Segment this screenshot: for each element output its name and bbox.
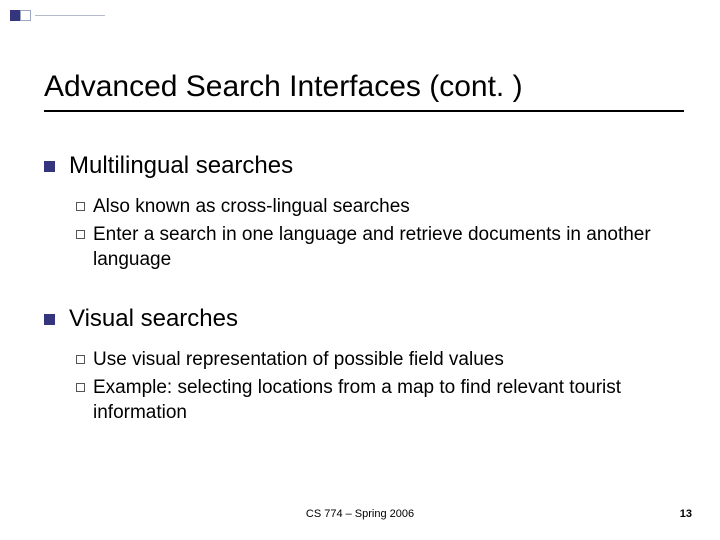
section-heading: Visual searches: [69, 305, 238, 333]
bullet-square-icon: [44, 161, 55, 172]
section-heading: Multilingual searches: [69, 152, 293, 180]
bullet-outline-icon: [76, 383, 85, 392]
subitem-list: Also known as cross-lingual searches Ent…: [76, 194, 684, 273]
slide-body: Advanced Search Interfaces (cont. ) Mult…: [44, 70, 684, 458]
subitem-text: Enter a search in one language and retri…: [93, 222, 684, 273]
section-header: Visual searches: [44, 305, 684, 333]
section-visual: Visual searches Use visual representatio…: [44, 305, 684, 426]
bullet-outline-icon: [76, 202, 85, 211]
subitem-list: Use visual representation of possible fi…: [76, 347, 684, 426]
list-item: Example: selecting locations from a map …: [76, 375, 684, 426]
deco-square-outline-icon: [20, 10, 31, 21]
subitem-text: Example: selecting locations from a map …: [93, 375, 684, 426]
bullet-outline-icon: [76, 230, 85, 239]
section-header: Multilingual searches: [44, 152, 684, 180]
slide-decoration: [10, 10, 105, 21]
deco-line-icon: [35, 15, 105, 16]
footer-course: CS 774 – Spring 2006: [0, 508, 720, 520]
section-multilingual: Multilingual searches Also known as cros…: [44, 152, 684, 273]
subitem-text: Also known as cross-lingual searches: [93, 194, 684, 220]
list-item: Use visual representation of possible fi…: [76, 347, 684, 373]
subitem-text: Use visual representation of possible fi…: [93, 347, 684, 373]
bullet-outline-icon: [76, 355, 85, 364]
bullet-square-icon: [44, 314, 55, 325]
slide-title: Advanced Search Interfaces (cont. ): [44, 70, 684, 112]
list-item: Also known as cross-lingual searches: [76, 194, 684, 220]
footer-page-number: 13: [680, 508, 692, 520]
list-item: Enter a search in one language and retri…: [76, 222, 684, 273]
